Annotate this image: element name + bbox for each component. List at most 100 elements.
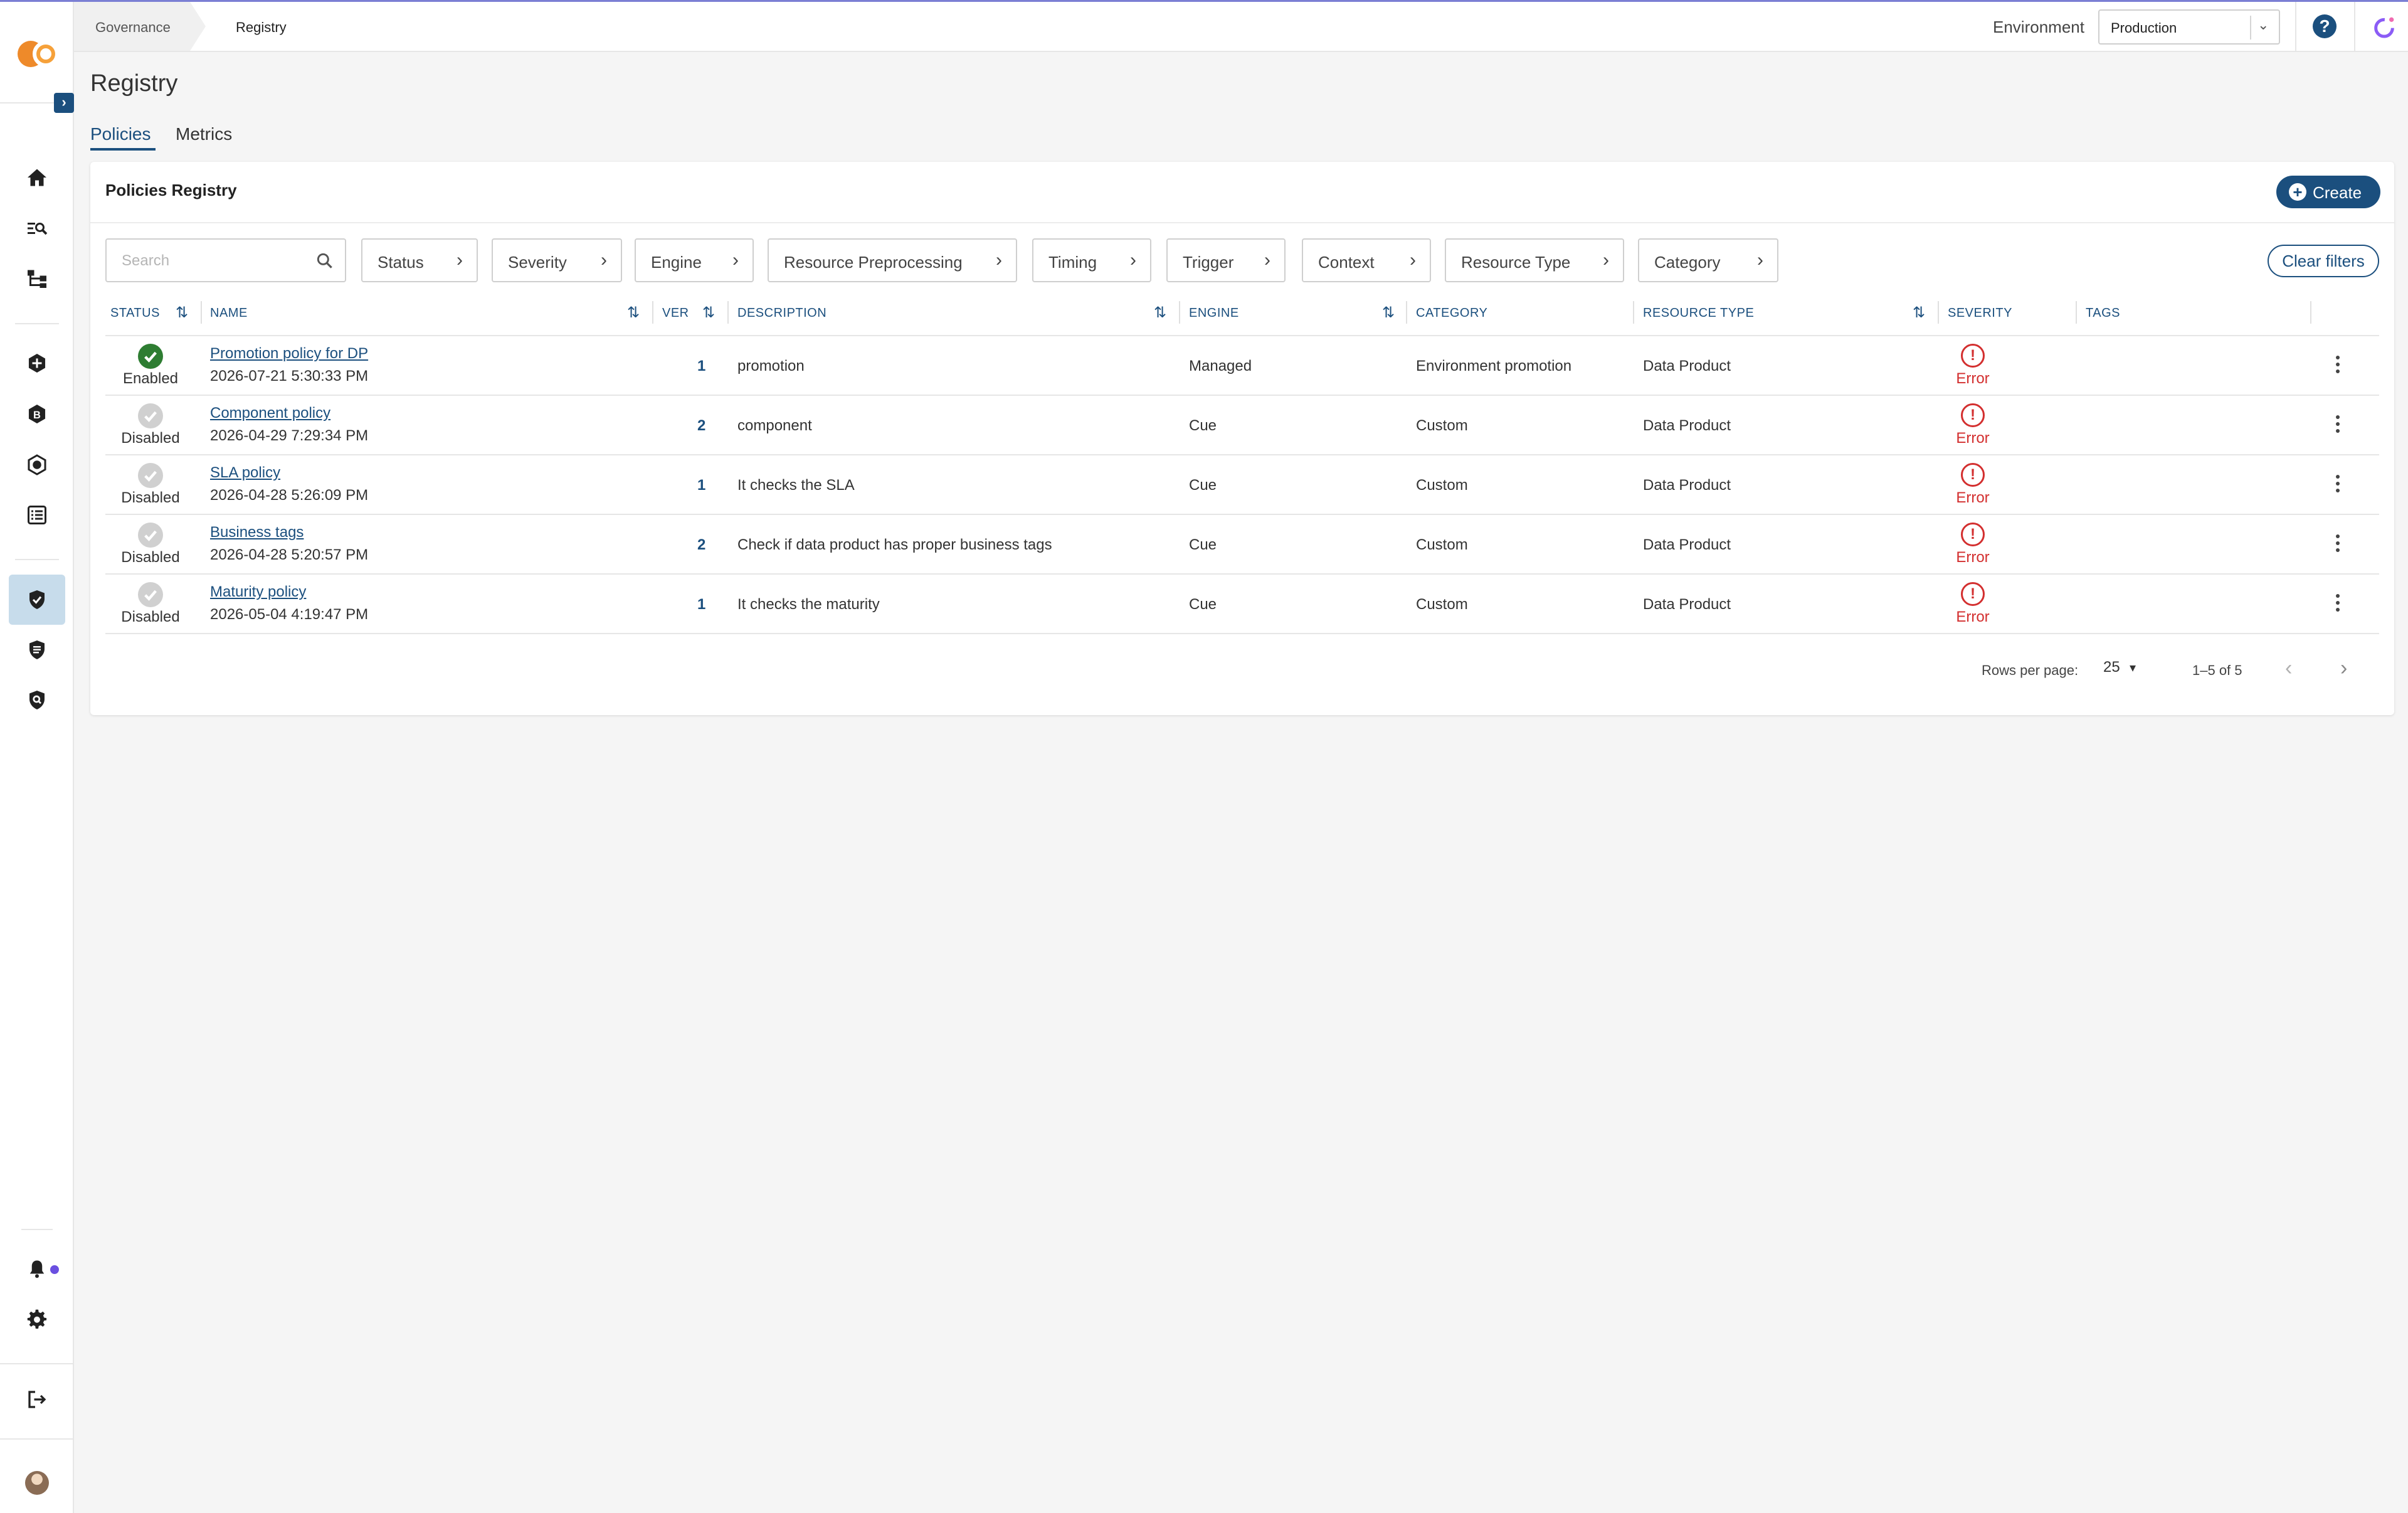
filter-timing[interactable]: Timing › — [1032, 238, 1151, 282]
chevron-right-icon: › — [601, 250, 607, 270]
tab-metrics[interactable]: Metrics — [176, 124, 232, 144]
column-separator — [652, 301, 653, 324]
sort-icon[interactable]: ⇅ — [627, 304, 640, 322]
policy-category: Custom — [1416, 596, 1468, 613]
filter-status[interactable]: Status › — [361, 238, 478, 282]
clear-filters-button[interactable]: Clear filters — [2268, 245, 2379, 277]
policy-engine: Cue — [1189, 536, 1217, 553]
add-circle-icon[interactable] — [24, 351, 50, 376]
environment-value: Production — [2111, 20, 2177, 36]
policy-version: 1 — [697, 477, 706, 494]
column-header-description[interactable]: DESCRIPTION — [737, 306, 826, 321]
column-header-tags[interactable]: TAGS — [2086, 306, 2120, 321]
app-logo[interactable] — [18, 41, 59, 67]
more-vert-icon[interactable] — [2333, 354, 2343, 379]
chevron-right-icon: › — [1410, 250, 1416, 270]
environment-label: Environment — [1993, 18, 2084, 36]
severity-label: Error — [1956, 489, 1990, 506]
filter-trigger[interactable]: Trigger › — [1166, 238, 1286, 282]
check-circle-icon — [138, 344, 163, 369]
policy-name-link[interactable]: Component policy — [210, 405, 330, 422]
bell-icon[interactable] — [24, 1256, 50, 1282]
policy-version: 2 — [697, 536, 706, 553]
shield-check-icon[interactable] — [24, 587, 50, 612]
search-input[interactable] — [122, 251, 310, 271]
create-button[interactable]: + Create — [2276, 176, 2380, 208]
caret-down-icon[interactable]: ▾ — [2130, 660, 2136, 676]
help-icon[interactable]: ? — [2313, 14, 2337, 38]
policy-name-link[interactable]: Promotion policy for DP — [210, 345, 368, 363]
filter-resource-preprocessing[interactable]: Resource Preprocessing › — [768, 238, 1017, 282]
column-separator — [2076, 301, 2077, 324]
policy-category: Custom — [1416, 417, 1468, 434]
shield-list-icon[interactable] — [24, 637, 50, 662]
more-vert-icon[interactable] — [2333, 592, 2343, 617]
policy-category: Custom — [1416, 536, 1468, 553]
sort-icon[interactable]: ⇅ — [1913, 304, 1925, 322]
column-header-status[interactable]: STATUS — [110, 306, 160, 321]
check-circle-icon — [138, 463, 163, 488]
policy-description: It checks the maturity — [737, 596, 880, 613]
column-header-name[interactable]: NAME — [210, 306, 248, 321]
severity-label: Error — [1956, 608, 1990, 625]
target-icon[interactable] — [24, 452, 50, 477]
filter-label: Severity — [508, 253, 567, 272]
list-icon[interactable] — [24, 502, 50, 528]
column-separator — [1938, 301, 1939, 324]
filter-severity[interactable]: Severity › — [492, 238, 622, 282]
column-separator — [727, 301, 729, 324]
filter-resource-type[interactable]: Resource Type › — [1445, 238, 1624, 282]
chevron-down-icon[interactable]: ⌄ — [2258, 17, 2269, 33]
environment-select[interactable]: Production ⌄ — [2098, 9, 2280, 45]
policy-name-link[interactable]: SLA policy — [210, 464, 280, 482]
policy-engine: Cue — [1189, 417, 1217, 434]
logout-icon[interactable] — [24, 1387, 50, 1412]
sort-icon[interactable]: ⇅ — [1382, 304, 1395, 322]
gear-icon[interactable] — [24, 1307, 50, 1332]
hierarchy-icon[interactable] — [24, 266, 50, 291]
select-separator — [2250, 16, 2251, 40]
search-list-icon[interactable] — [24, 216, 50, 241]
table-row: Enabled Promotion policy for DP 2026-07-… — [105, 336, 2379, 396]
sort-icon[interactable]: ⇅ — [176, 304, 188, 322]
column-separator — [1633, 301, 1634, 324]
filter-category[interactable]: Category › — [1638, 238, 1778, 282]
expand-sidebar-button[interactable]: › — [54, 93, 74, 113]
policy-name-link[interactable]: Maturity policy — [210, 583, 306, 601]
filter-label: Context — [1318, 253, 1375, 272]
shield-search-icon[interactable] — [24, 687, 50, 713]
check-circle-icon — [138, 582, 163, 607]
column-header-category[interactable]: CATEGORY — [1416, 306, 1487, 321]
sort-icon[interactable]: ⇅ — [1154, 304, 1166, 322]
column-header-engine[interactable]: ENGINE — [1189, 306, 1239, 321]
rows-per-page-select[interactable]: 25 — [2103, 659, 2120, 676]
table-row: Disabled SLA policy 2026-04-28 5:26:09 P… — [105, 455, 2379, 515]
more-vert-icon[interactable] — [2333, 533, 2343, 558]
policy-name-link[interactable]: Business tags — [210, 524, 304, 541]
b-badge-icon[interactable]: B — [24, 401, 50, 427]
home-icon[interactable] — [24, 165, 50, 190]
filter-label: Category — [1654, 253, 1721, 272]
chevron-right-icon: › — [1603, 250, 1609, 270]
policy-resource-type: Data Product — [1643, 417, 1731, 434]
filter-engine[interactable]: Engine › — [635, 238, 754, 282]
previous-page-button[interactable]: ‹ — [2285, 656, 2292, 681]
more-vert-icon[interactable] — [2333, 413, 2343, 438]
next-page-button[interactable]: › — [2340, 656, 2347, 681]
breadcrumb-governance[interactable]: Governance — [74, 2, 206, 51]
chevron-right-icon: › — [996, 250, 1002, 270]
column-header-ver[interactable]: VER — [662, 306, 689, 321]
filter-label: Resource Preprocessing — [784, 253, 963, 272]
assistant-icon[interactable] — [2372, 14, 2397, 40]
tab-policies[interactable]: Policies — [90, 124, 150, 144]
sidebar-divider — [0, 1438, 74, 1440]
avatar[interactable] — [25, 1471, 49, 1495]
filter-context[interactable]: Context › — [1302, 238, 1431, 282]
more-vert-icon[interactable] — [2333, 473, 2343, 498]
column-header-resource-type[interactable]: RESOURCE TYPE — [1643, 306, 1754, 321]
column-header-severity[interactable]: SEVERITY — [1948, 306, 2012, 321]
table-row: Disabled Component policy 2026-04-29 7:2… — [105, 396, 2379, 455]
sort-icon[interactable]: ⇅ — [702, 304, 715, 322]
sidebar: › B — [0, 2, 74, 1513]
search-icon[interactable] — [315, 251, 335, 271]
